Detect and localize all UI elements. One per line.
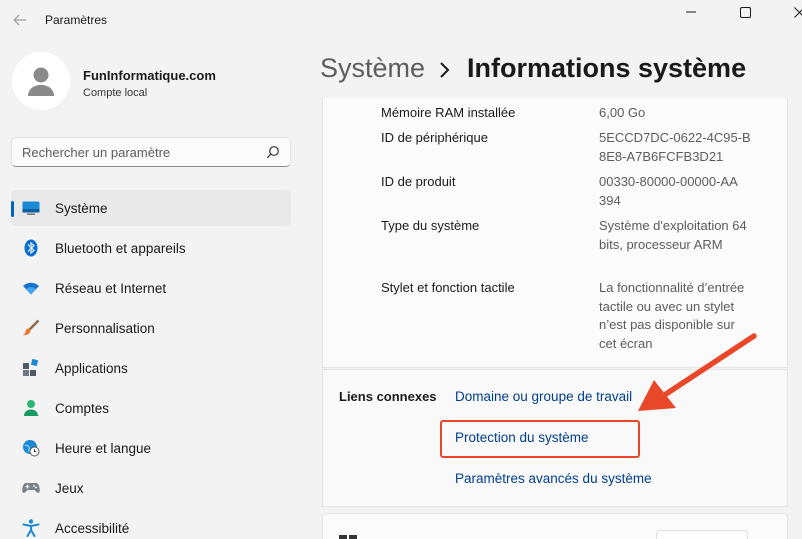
search-box[interactable] [11,137,291,167]
minimize-icon [686,11,696,13]
sidebar-item-label: Accessibilité [55,520,130,536]
spec-value: 5ECCD7DC-0622-4C95-B8E8-A7B6FCFB3D21 [599,130,751,164]
arrow-left-icon [13,14,26,26]
spec-value: La fonctionnalité d’entrée tactile ou av… [599,280,745,351]
gamepad-icon [22,479,40,497]
sidebar-item-jeux[interactable]: Jeux [11,470,291,506]
spec-value: 6,00 Go [599,105,646,120]
sidebar-item-label: Bluetooth et appareils [55,240,186,256]
sidebar-item-bluetooth[interactable]: Bluetooth et appareils [11,230,291,266]
annotation-highlight-box [440,420,640,458]
sidebar-item-label: Heure et langue [55,440,152,456]
apps-icon [22,359,40,377]
chevron-right-icon [440,62,450,78]
spec-label: Mémoire RAM installée [381,105,516,120]
advanced-system-settings-link[interactable]: Paramètres avancés du système [455,471,652,486]
grid-icon [339,535,357,539]
wifi-icon [22,279,40,297]
next-settings-card [322,513,788,539]
close-button[interactable] [776,0,802,24]
minimize-button[interactable] [668,0,714,24]
maximize-button[interactable] [722,0,768,24]
related-links-title: Liens connexes [339,389,437,404]
sidebar-nav: Système Bluetooth et appareils Réseau et… [11,190,291,539]
accounts-icon [22,399,40,417]
spec-value: Système d'exploitation 64 bits, processe… [599,218,747,252]
maximize-icon [739,6,751,18]
breadcrumb-parent[interactable]: Système [320,53,425,84]
sidebar-item-label: Personnalisation [55,320,155,336]
sidebar-item-label: Système [55,200,108,216]
sidebar-item-heure-langue[interactable]: Heure et langue [11,430,291,466]
sidebar-item-reseau[interactable]: Réseau et Internet [11,270,291,306]
bluetooth-icon [22,239,40,257]
spec-label: ID de périphérique [381,130,488,145]
sidebar-item-personnalisation[interactable]: Personnalisation [11,310,291,346]
window-title: Paramètres [45,13,108,27]
sidebar-item-comptes[interactable]: Comptes [11,390,291,426]
sidebar-item-applications[interactable]: Applications [11,350,291,386]
title-bar: Paramètres [0,0,802,40]
sidebar-item-label: Jeux [55,480,84,496]
accessibility-icon [22,519,40,537]
system-icon [22,199,40,217]
account-type: Compte local [83,87,148,99]
device-specifications-card: Mémoire RAM installée 6,00 Go ID de péri… [322,98,788,368]
card-button[interactable] [656,530,748,539]
sidebar-item-label: Réseau et Internet [55,280,167,296]
user-name: FunInformatique.com [83,68,216,83]
clock-globe-icon [22,439,40,457]
spec-value: 00330-80000-00000-AA394 [599,174,738,208]
domain-workgroup-link[interactable]: Domaine ou groupe de travail [455,389,632,404]
sidebar-item-label: Applications [55,360,128,376]
user-icon [28,67,54,96]
sidebar-item-label: Comptes [55,400,110,416]
sidebar-item-systeme[interactable]: Système [11,190,291,226]
page-title: Informations système [467,53,747,83]
sidebar-item-accessibilite[interactable]: Accessibilité [11,510,291,539]
spec-label: Stylet et fonction tactile [381,280,515,295]
back-button[interactable] [8,8,32,32]
search-input[interactable] [12,138,262,166]
paintbrush-icon [22,319,40,337]
avatar[interactable] [12,52,70,110]
spec-label: Type du système [381,218,480,233]
spec-label: ID de produit [381,174,456,189]
search-icon[interactable] [266,145,280,159]
close-icon [793,6,802,18]
